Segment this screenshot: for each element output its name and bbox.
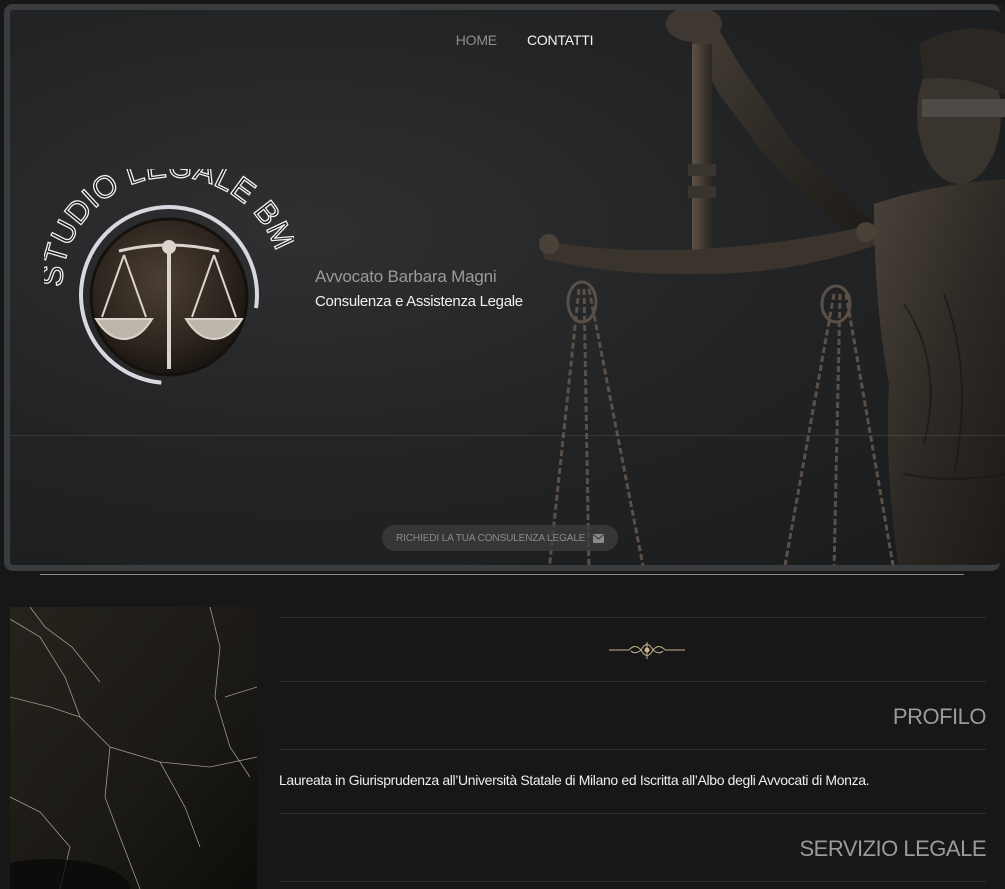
envelope-icon bbox=[593, 533, 605, 543]
hero-banner: HOME CONTATTI STUDIO LEG bbox=[4, 4, 1005, 571]
content-divider bbox=[279, 881, 986, 882]
profilo-heading: PROFILO bbox=[892, 704, 987, 729]
hero-bottom-rule bbox=[40, 574, 964, 575]
servizio-legale-heading: SERVIZIO LEGALE bbox=[799, 836, 986, 861]
ornament-row bbox=[279, 618, 986, 681]
profilo-text: Laureata in Giurisprudenza all’Universit… bbox=[279, 772, 870, 788]
hero-tagline: Consulenza e Assistenza Legale bbox=[315, 293, 523, 310]
flourish-ornament-icon bbox=[608, 641, 685, 659]
nav-contatti-link[interactable]: CONTATTI bbox=[527, 32, 594, 48]
main-nav: HOME CONTATTI bbox=[4, 32, 1005, 48]
hero-divider bbox=[4, 435, 1005, 436]
studio-legale-logo[interactable]: STUDIO LEGALE BM bbox=[44, 169, 294, 409]
lawyer-name: Avvocato Barbara Magni bbox=[315, 267, 497, 286]
consultation-button-label: RICHIEDI LA TUA CONSULENZA LEGALE bbox=[396, 532, 586, 544]
hero-text-block: Avvocato Barbara Magni Consulenza e Assi… bbox=[315, 267, 523, 310]
main-content: PROFILO Laureata in Giurisprudenza all’U… bbox=[279, 617, 987, 882]
marble-texture-image bbox=[10, 607, 257, 889]
consultation-button[interactable]: RICHIEDI LA TUA CONSULENZA LEGALE bbox=[382, 525, 619, 551]
nav-home-link[interactable]: HOME bbox=[456, 32, 497, 48]
